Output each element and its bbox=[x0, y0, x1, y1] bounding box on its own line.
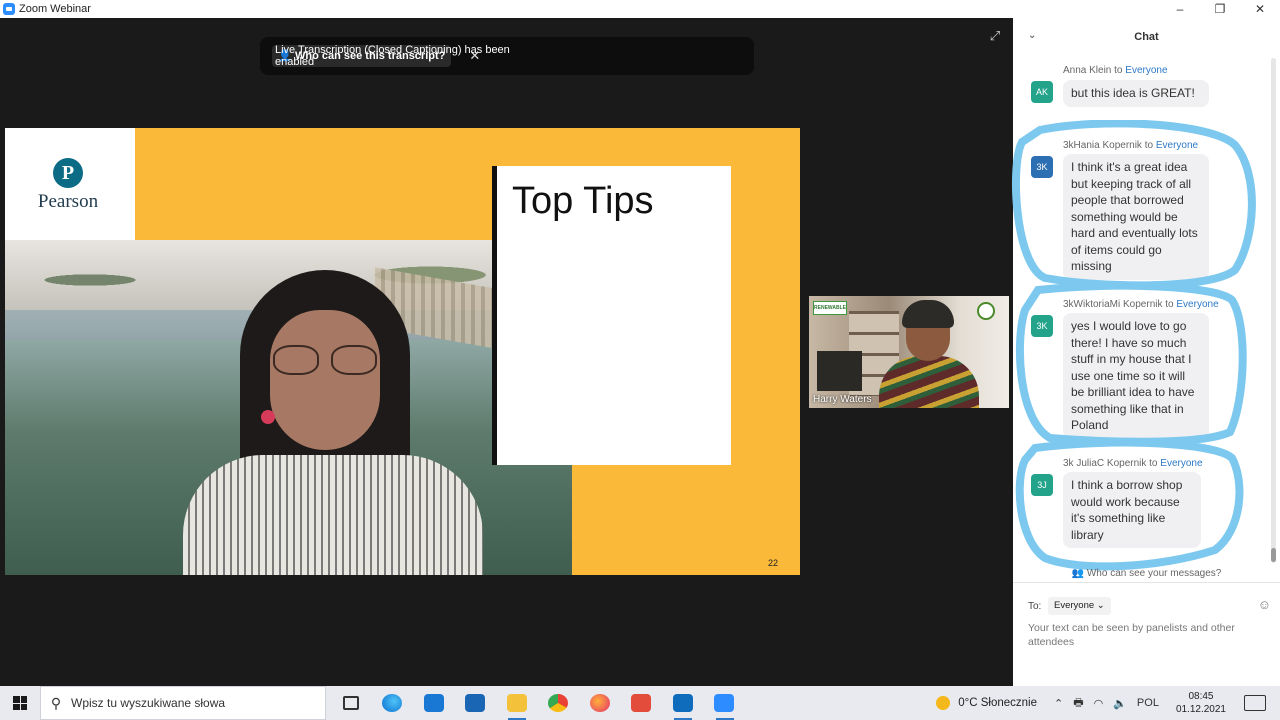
chat-message: 3kHania Kopernik to Everyone 3K I think … bbox=[1013, 140, 1268, 280]
taskbar-search[interactable]: ⚲ Wpisz tu wyszukiwane słowa bbox=[40, 686, 326, 720]
window-controls: – ❐ ✕ bbox=[1160, 0, 1280, 18]
message-sender: 3kWiktoriaMi Kopernik to Everyone bbox=[1063, 299, 1219, 310]
chat-message: 3kWiktoriaMi Kopernik to Everyone 3K yes… bbox=[1013, 299, 1268, 439]
woman-earring bbox=[261, 410, 275, 424]
logo-badge-icon bbox=[977, 302, 995, 320]
pearson-logo: P Pearson bbox=[5, 128, 135, 240]
pearson-logo-mark: P bbox=[53, 158, 83, 188]
language-indicator[interactable]: POL bbox=[1137, 697, 1159, 709]
message-text: I think it's a great idea but keeping tr… bbox=[1063, 154, 1209, 280]
message-sender: 3kHania Kopernik to Everyone bbox=[1063, 140, 1199, 151]
participant-video-thumbnail[interactable]: RENEWABLE Harry Waters bbox=[809, 296, 1009, 408]
sun-icon bbox=[936, 696, 951, 710]
start-button[interactable] bbox=[0, 686, 40, 720]
avatar: 3J bbox=[1031, 474, 1053, 496]
woman-glasses bbox=[273, 345, 383, 375]
fullscreen-icon[interactable]: ⤢ bbox=[987, 28, 1003, 44]
volume-icon[interactable]: 🔈 bbox=[1113, 697, 1127, 710]
device-icon[interactable]: 🖶 bbox=[1073, 694, 1083, 713]
chat-scrollbar[interactable] bbox=[1271, 58, 1276, 563]
pearson-logo-text: Pearson bbox=[37, 191, 99, 212]
clock-date: 01.12.2021 bbox=[1175, 704, 1226, 715]
search-icon: ⚲ bbox=[50, 694, 62, 711]
store-icon[interactable] bbox=[455, 686, 497, 720]
slide-page-number: 22 bbox=[768, 558, 779, 568]
zoom-app-icon bbox=[3, 3, 15, 15]
message-sender: Anna Klein to Everyone bbox=[1063, 65, 1168, 76]
thumb-person-body bbox=[879, 356, 979, 408]
zoom-icon[interactable] bbox=[704, 686, 746, 720]
avatar: 3K bbox=[1031, 156, 1053, 178]
top-tips-card: Top Tips bbox=[492, 166, 731, 465]
people-small-icon: 👥 bbox=[1071, 568, 1087, 579]
minimize-button[interactable]: – bbox=[1160, 0, 1200, 18]
chat-scroll-thumb[interactable] bbox=[1271, 548, 1276, 562]
chat-title: Chat bbox=[1134, 31, 1159, 43]
window-titlebar: Zoom Webinar – ❐ ✕ bbox=[0, 0, 1280, 18]
taskbar-apps bbox=[330, 686, 745, 720]
system-tray: 0°C Słonecznie ⌃ 🖶 ◠ 🔈 POL 08:45 01.12.2… bbox=[936, 686, 1280, 720]
firefox-icon[interactable] bbox=[579, 686, 621, 720]
recipient-value: Everyone bbox=[1054, 600, 1095, 611]
avatar: 3K bbox=[1031, 315, 1053, 337]
who-can-see-messages-link[interactable]: 👥 Who can see your messages? bbox=[1013, 568, 1280, 579]
chevron-down-icon: ⌄ bbox=[1096, 600, 1105, 611]
message-text: I think a borrow shop would work because… bbox=[1063, 472, 1201, 548]
task-view-icon[interactable] bbox=[330, 686, 372, 720]
close-window-button[interactable]: ✕ bbox=[1240, 0, 1280, 18]
file-explorer-icon[interactable] bbox=[496, 686, 538, 720]
transcription-message: Live Transcription (Closed Captioning) h… bbox=[275, 44, 510, 68]
chat-header: ⌄ Chat bbox=[1013, 18, 1280, 56]
avatar: AK bbox=[1031, 81, 1053, 103]
window-title: Zoom Webinar bbox=[19, 3, 91, 15]
woman-shirt bbox=[183, 455, 483, 575]
woman-face bbox=[270, 310, 380, 450]
windows-taskbar: ⚲ Wpisz tu wyszukiwane słowa 0°C Słonecz… bbox=[0, 686, 1280, 720]
message-text: but this idea is GREAT! bbox=[1063, 80, 1209, 107]
windows-logo-icon bbox=[13, 696, 27, 710]
chat-message: Anna Klein to Everyone AK but this idea … bbox=[1013, 65, 1268, 115]
chat-composer: To: Everyone ⌄ ☺ Your text can be seen b… bbox=[1013, 582, 1280, 686]
emoji-icon[interactable]: ☺ bbox=[1258, 597, 1271, 612]
message-text: yes I would love to go there! I have so … bbox=[1063, 313, 1209, 439]
mail-icon[interactable] bbox=[413, 686, 455, 720]
notifications-icon[interactable] bbox=[1244, 695, 1266, 711]
slide-video-woman bbox=[5, 240, 572, 575]
clock-time: 08:45 bbox=[1188, 691, 1214, 702]
recipient-select[interactable]: Everyone ⌄ bbox=[1048, 597, 1111, 615]
thumb-sign bbox=[817, 351, 862, 391]
outlook-icon[interactable] bbox=[662, 686, 704, 720]
chat-message: 3k JuliaC Kopernik to Everyone 3J I thin… bbox=[1013, 458, 1268, 553]
video-stage: ⤢ Live Transcription (Closed Captioning)… bbox=[0, 18, 1013, 686]
search-placeholder: Wpisz tu wyszukiwane słowa bbox=[71, 696, 226, 710]
weather-text[interactable]: 0°C Słonecznie bbox=[958, 697, 1037, 709]
edge-icon[interactable] bbox=[372, 686, 414, 720]
maximize-button[interactable]: ❐ bbox=[1200, 0, 1240, 18]
chrome-icon[interactable] bbox=[538, 686, 580, 720]
message-sender: 3k JuliaC Kopernik to Everyone bbox=[1063, 458, 1203, 469]
participant-name: Harry Waters bbox=[813, 394, 872, 405]
who-can-see-messages-label: Who can see your messages? bbox=[1086, 568, 1222, 579]
clock[interactable]: 08:45 01.12.2021 bbox=[1176, 690, 1226, 716]
gift-icon[interactable] bbox=[621, 686, 663, 720]
shared-slide: P Pearson Top Tips 22 bbox=[5, 128, 800, 575]
transcription-banner: Live Transcription (Closed Captioning) h… bbox=[260, 37, 754, 75]
wifi-icon[interactable]: ◠ bbox=[1094, 697, 1104, 710]
thumb-person-hat bbox=[902, 300, 954, 328]
slide-title: Top Tips bbox=[512, 180, 654, 222]
chevron-up-icon[interactable]: ⌃ bbox=[1054, 697, 1063, 710]
to-label: To: bbox=[1028, 601, 1042, 612]
renewable-badge: RENEWABLE bbox=[813, 301, 847, 315]
chat-input[interactable]: Your text can be seen by panelists and o… bbox=[1028, 621, 1258, 649]
